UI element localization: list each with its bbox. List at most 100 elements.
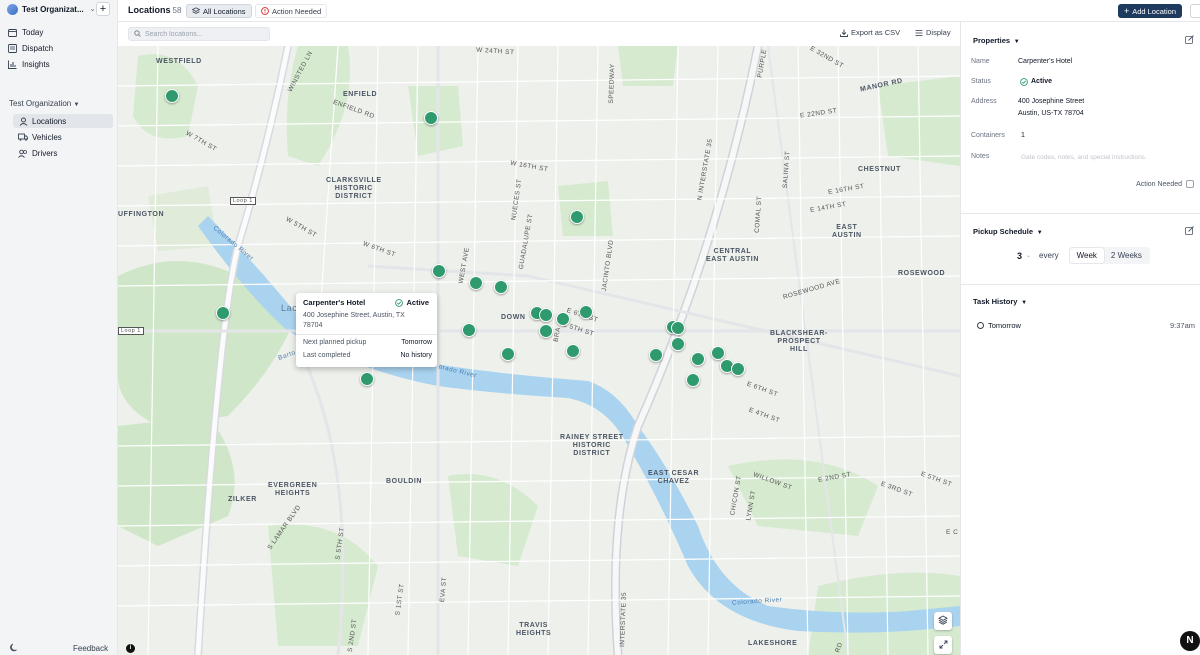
notes-field[interactable]: Gate codes, notes, and special instructi… xyxy=(1021,154,1147,161)
sidebar-item-label: Drivers xyxy=(32,148,58,158)
location-pin[interactable] xyxy=(424,111,438,125)
sidebar: Test Organizat... ⌄ + Today Dispatch Ins… xyxy=(0,0,118,655)
org-section-toggle[interactable]: Test Organization ▼ xyxy=(9,99,79,108)
alert-circle-icon xyxy=(261,7,269,15)
map-label-uffington: UFFINGTON xyxy=(118,211,165,218)
address-line1[interactable]: 400 Josephine Street xyxy=(1018,96,1084,108)
edit-properties-icon[interactable] xyxy=(1185,35,1194,46)
action-needed-checkbox[interactable] xyxy=(1186,180,1194,188)
feedback-link[interactable]: Feedback xyxy=(73,644,108,653)
org-switcher[interactable]: Test Organizat... ⌄ xyxy=(7,2,96,16)
location-pin[interactable] xyxy=(556,312,570,326)
location-pin[interactable] xyxy=(686,373,700,387)
dispatch-icon xyxy=(7,43,17,53)
road-label-loop1a: Loop 1 xyxy=(230,197,256,205)
pickup-count-select[interactable]: 3 xyxy=(1017,251,1022,261)
popup-status-badge: Active xyxy=(395,298,429,307)
pending-circle-icon xyxy=(977,322,984,329)
sidebar-item-locations[interactable]: Locations xyxy=(13,114,113,128)
map-label-clarksville: CLARKSVILLE HISTORIC DISTRICT xyxy=(326,177,382,200)
task-history-toggle[interactable]: Task History ▼ xyxy=(973,297,1027,306)
nav-item-insights[interactable]: Insights xyxy=(7,57,50,71)
location-pin[interactable] xyxy=(711,346,725,360)
layers-icon xyxy=(938,615,948,627)
map-label-chestnut: CHESTNUT xyxy=(858,166,901,173)
tab-action-needed[interactable]: Action Needed xyxy=(255,4,328,18)
display-button[interactable]: Display xyxy=(915,28,951,37)
popup-last-label: Last completed xyxy=(303,352,351,359)
popup-address: 400 Josephine Street, Austin, TX 78704 xyxy=(303,312,405,329)
sidebar-item-drivers[interactable]: Drivers xyxy=(13,146,113,160)
pickup-every-label: every xyxy=(1039,251,1059,260)
nav-item-today[interactable]: Today xyxy=(7,25,43,39)
location-pin[interactable] xyxy=(539,324,553,338)
map-toolbar: Export as CSV Display xyxy=(118,22,960,46)
address-label: Address xyxy=(971,98,997,105)
location-pin[interactable] xyxy=(216,306,230,320)
info-icon[interactable]: i xyxy=(126,644,135,653)
location-pin[interactable] xyxy=(731,362,745,376)
address-line2[interactable]: Austin, US-TX 78704 xyxy=(1018,108,1084,120)
tab-all-locations[interactable]: All Locations xyxy=(186,4,252,18)
search-input[interactable] xyxy=(145,30,265,38)
map-label-rainey-street: RAINEY STREET HISTORIC DISTRICT xyxy=(560,434,624,457)
action-needed-label: Action Needed xyxy=(1136,180,1182,188)
location-pin[interactable] xyxy=(649,348,663,362)
location-pin[interactable] xyxy=(691,352,705,366)
properties-section-toggle[interactable]: Properties ▼ xyxy=(973,36,1020,45)
location-pin[interactable] xyxy=(469,276,483,290)
layers-button[interactable] xyxy=(934,612,952,630)
nav-item-dispatch[interactable]: Dispatch xyxy=(7,41,53,55)
location-pin[interactable] xyxy=(494,280,508,294)
location-pin-selected[interactable] xyxy=(360,372,374,386)
org-name: Test Organizat... xyxy=(22,4,84,14)
frequency-option-2-weeks[interactable]: 2 Weeks xyxy=(1104,248,1149,263)
theme-toggle-moon-icon[interactable] xyxy=(10,643,19,654)
pickup-schedule-toggle[interactable]: Pickup Schedule ▼ xyxy=(973,227,1043,236)
task-history-title: Task History xyxy=(973,297,1018,306)
location-pin[interactable] xyxy=(539,308,553,322)
pickup-schedule-title: Pickup Schedule xyxy=(973,227,1034,236)
task-time: 9:37am xyxy=(1169,321,1195,330)
status-text: Active xyxy=(1031,78,1053,85)
display-label: Display xyxy=(926,28,951,37)
search-box[interactable] xyxy=(128,27,270,41)
location-pin[interactable] xyxy=(501,347,515,361)
add-button[interactable]: + xyxy=(96,2,110,16)
road-label-e-edge: E C xyxy=(946,529,959,536)
status-value[interactable]: Active xyxy=(1020,76,1052,88)
org-section-label: Test Organization xyxy=(9,99,72,108)
map-canvas[interactable]: WESTFIELD ENFIELD CLARKSVILLE HISTORIC D… xyxy=(118,46,960,655)
location-pin[interactable] xyxy=(579,305,593,319)
panel-toggle-button[interactable] xyxy=(1190,4,1200,18)
location-pin[interactable] xyxy=(566,344,580,358)
add-location-button[interactable]: + Add Location xyxy=(1117,4,1182,18)
caret-down-icon: ▼ xyxy=(1035,230,1043,236)
assistant-avatar[interactable]: N xyxy=(1180,631,1200,651)
sidebar-item-vehicles[interactable]: Vehicles xyxy=(13,130,113,144)
location-pin[interactable] xyxy=(462,323,476,337)
edit-schedule-icon[interactable] xyxy=(1185,226,1194,237)
chevron-down-icon: ⌄ xyxy=(1026,253,1032,259)
frequency-option-week[interactable]: Week xyxy=(1069,248,1104,263)
map-label-downtown: DOWN xyxy=(501,314,526,321)
action-needed-toggle[interactable]: Action Needed xyxy=(1136,180,1194,188)
task-history-item[interactable]: Tomorrow 9:37am xyxy=(977,321,1195,330)
properties-title: Properties xyxy=(973,36,1011,45)
name-value[interactable]: Carpenter's Hotel xyxy=(1018,56,1072,68)
location-pin[interactable] xyxy=(671,337,685,351)
user-pin-icon xyxy=(18,116,28,126)
containers-value[interactable]: 1 xyxy=(1021,130,1025,142)
location-pin[interactable] xyxy=(165,89,179,103)
location-pin[interactable] xyxy=(671,321,685,335)
export-csv-button[interactable]: Export as CSV xyxy=(840,28,900,37)
popup-next-value: Tomorrow xyxy=(401,339,432,346)
popup-last-completed-row: Last completed No history xyxy=(303,352,432,359)
caret-down-icon: ▼ xyxy=(1012,39,1020,45)
location-pin[interactable] xyxy=(432,264,446,278)
popup-status-text: Active xyxy=(406,298,429,307)
popup-title: Carpenter's Hotel xyxy=(303,298,366,307)
location-pin[interactable] xyxy=(570,210,584,224)
fullscreen-button[interactable] xyxy=(934,636,952,654)
pickup-schedule-control: 3 ⌄ every Week 2 Weeks xyxy=(1017,247,1150,264)
